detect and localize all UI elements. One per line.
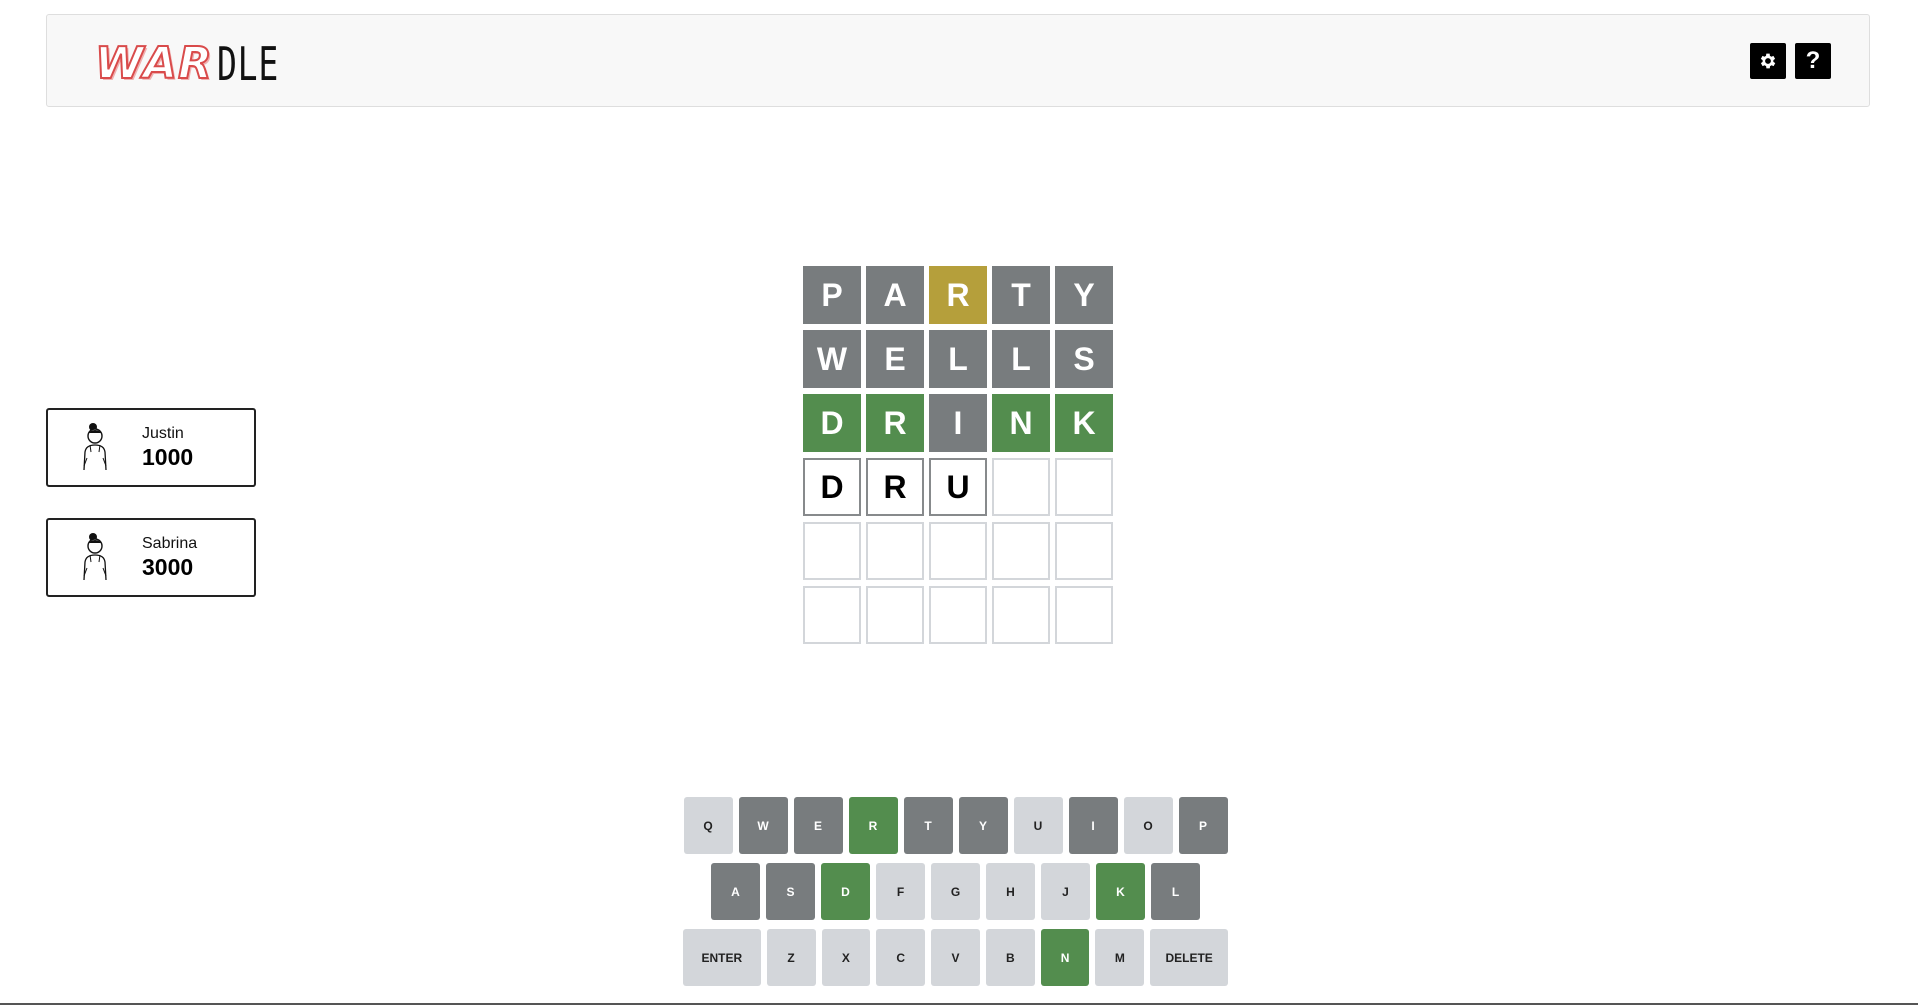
board-tile bbox=[803, 522, 861, 580]
board-tile: A bbox=[866, 266, 924, 324]
board-tile: D bbox=[803, 394, 861, 452]
key-s[interactable]: S bbox=[766, 863, 815, 920]
keyboard-row: ASDFGHJKL bbox=[683, 863, 1228, 920]
key-w[interactable]: W bbox=[738, 797, 788, 854]
board-tile: L bbox=[992, 330, 1050, 388]
board-tile bbox=[1055, 586, 1113, 644]
help-icon: ? bbox=[1805, 47, 1821, 74]
board-tile: R bbox=[866, 458, 924, 516]
board-tile: I bbox=[929, 394, 987, 452]
key-r[interactable]: R bbox=[848, 797, 898, 854]
board-tile bbox=[866, 586, 924, 644]
player-name: Sabrina bbox=[142, 535, 198, 552]
board-tile bbox=[803, 586, 861, 644]
board-tile bbox=[992, 458, 1050, 516]
game-board: PARTYWELLSDRINKDRU bbox=[803, 266, 1113, 644]
key-k[interactable]: K bbox=[1096, 863, 1145, 920]
help-button[interactable]: ? bbox=[1795, 43, 1831, 79]
board-tile: K bbox=[1055, 394, 1113, 452]
key-f[interactable]: F bbox=[876, 863, 925, 920]
wardle-logo: WAR DLE bbox=[94, 37, 303, 91]
board-tile bbox=[929, 522, 987, 580]
person-avatar-icon bbox=[83, 533, 107, 581]
board-tile: L bbox=[929, 330, 987, 388]
person-avatar-icon bbox=[83, 423, 107, 471]
player-score: 3000 bbox=[142, 554, 194, 580]
key-i[interactable]: I bbox=[1068, 797, 1118, 854]
key-o[interactable]: O bbox=[1123, 797, 1173, 854]
board-tile bbox=[1055, 522, 1113, 580]
board-tile bbox=[1055, 458, 1113, 516]
key-delete[interactable]: DELETE bbox=[1150, 929, 1228, 986]
key-u[interactable]: U bbox=[1013, 797, 1063, 854]
board-tile: N bbox=[992, 394, 1050, 452]
on-screen-keyboard: Q W E R T Y U I O P A S D F G H J K L ENTER Z X C V B N M DELETE bbox=[683, 797, 1228, 995]
key-enter[interactable]: ENTER bbox=[683, 929, 761, 986]
key-d[interactable]: D bbox=[821, 863, 870, 920]
board-tile: R bbox=[929, 266, 987, 324]
board-tile: Y bbox=[1055, 266, 1113, 324]
key-m[interactable]: M bbox=[1095, 929, 1145, 986]
board-tile: U bbox=[929, 458, 987, 516]
player-name: Justin bbox=[142, 425, 184, 442]
key-j[interactable]: J bbox=[1041, 863, 1090, 920]
board-tile: W bbox=[803, 330, 861, 388]
board-tile: R bbox=[866, 394, 924, 452]
board-tile bbox=[866, 522, 924, 580]
board-tile: S bbox=[1055, 330, 1113, 388]
key-q[interactable]: Q bbox=[683, 797, 733, 854]
keyboard-row: QWERTYUIOP bbox=[683, 797, 1228, 854]
key-z[interactable]: Z bbox=[766, 929, 816, 986]
key-n[interactable]: N bbox=[1040, 929, 1090, 986]
board-tile: P bbox=[803, 266, 861, 324]
key-g[interactable]: G bbox=[931, 863, 980, 920]
wardle-app: WAR DLE ? Justin 1000 Sabrina 3000 P A R… bbox=[0, 0, 1918, 1005]
board-tile: T bbox=[992, 266, 1050, 324]
board-tile bbox=[992, 586, 1050, 644]
key-l[interactable]: L bbox=[1151, 863, 1200, 920]
key-c[interactable]: C bbox=[876, 929, 926, 986]
board-tile: D bbox=[803, 458, 861, 516]
keyboard-row: ENTER Z X C V B N M DELETE bbox=[683, 929, 1228, 986]
player-card-justin: Justin 1000 bbox=[46, 408, 256, 487]
key-x[interactable]: X bbox=[821, 929, 871, 986]
gear-icon bbox=[1760, 53, 1776, 69]
board-tile bbox=[992, 522, 1050, 580]
header-bar: WAR DLE ? bbox=[46, 14, 1870, 107]
key-a[interactable]: A bbox=[711, 863, 760, 920]
key-b[interactable]: B bbox=[985, 929, 1035, 986]
key-t[interactable]: T bbox=[903, 797, 953, 854]
settings-button[interactable] bbox=[1750, 43, 1786, 79]
key-h[interactable]: H bbox=[986, 863, 1035, 920]
board-tile: E bbox=[866, 330, 924, 388]
key-e[interactable]: E bbox=[793, 797, 843, 854]
board-tile bbox=[929, 586, 987, 644]
key-p[interactable]: P bbox=[1178, 797, 1228, 854]
player-score: 1000 bbox=[142, 444, 194, 470]
key-v[interactable]: V bbox=[931, 929, 980, 986]
player-card-sabrina: Sabrina 3000 bbox=[46, 518, 256, 597]
logo-war-text: WAR bbox=[94, 37, 213, 90]
key-y[interactable]: Y bbox=[958, 797, 1008, 854]
logo-dle-text: DLE bbox=[216, 37, 279, 91]
